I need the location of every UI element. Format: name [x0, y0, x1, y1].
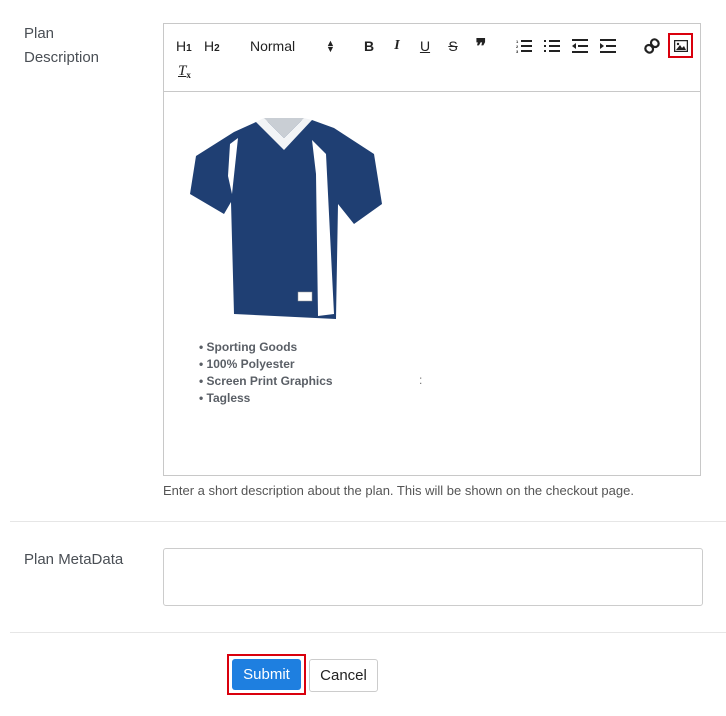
- bullet-list-icon: [544, 40, 560, 52]
- plan-metadata-label: Plan MetaData: [24, 551, 124, 568]
- italic-label: I: [394, 38, 400, 53]
- indent-button[interactable]: [600, 35, 616, 57]
- svg-text:3: 3: [516, 49, 519, 53]
- blockquote-button[interactable]: ❞: [473, 35, 489, 58]
- underline-button[interactable]: U: [418, 35, 432, 57]
- section-divider: [10, 632, 726, 633]
- clear-format-icon: T: [178, 62, 187, 79]
- outdent-button[interactable]: [572, 35, 588, 57]
- link-icon: [644, 38, 660, 54]
- stray-character: :: [419, 373, 423, 387]
- bold-button[interactable]: B: [362, 35, 376, 57]
- editor-content[interactable]: Sporting Goods 100% Polyester Screen Pri…: [164, 92, 700, 477]
- ordered-list-button[interactable]: 123: [516, 35, 532, 57]
- label-line-2: Description: [24, 49, 100, 66]
- rich-text-editor: H1 H2 Normal ▲ ▼ B I U S ❞ 123 T x • Spo…: [163, 23, 701, 476]
- indent-icon: [600, 39, 616, 53]
- h2-button[interactable]: H2: [204, 35, 220, 57]
- list-item: Tagless: [199, 390, 333, 407]
- strikethrough-button[interactable]: S: [446, 35, 460, 57]
- feature-list: Sporting Goods 100% Polyester Screen Pri…: [199, 339, 333, 407]
- format-select-value: Normal: [250, 38, 296, 54]
- list-item: Screen Print Graphics: [199, 373, 333, 390]
- plan-description-label: Plan Description: [24, 22, 99, 70]
- editor-toolbar: H1 H2 Normal ▲ ▼ B I U S ❞ 123 T x: [164, 24, 700, 92]
- image-button[interactable]: [668, 33, 693, 58]
- bullet-list-button[interactable]: [544, 35, 560, 57]
- underline-label: U: [419, 38, 431, 54]
- jersey-image: [190, 118, 382, 319]
- link-button[interactable]: [644, 35, 660, 57]
- plan-metadata-input[interactable]: [163, 548, 703, 606]
- bold-label: B: [363, 38, 375, 54]
- submit-highlight: Submit: [227, 654, 306, 695]
- cancel-button[interactable]: Cancel: [309, 659, 378, 692]
- submit-button[interactable]: Submit: [232, 659, 301, 690]
- strike-label: S: [448, 38, 458, 54]
- format-select[interactable]: Normal ▲ ▼: [250, 35, 340, 57]
- list-item: 100% Polyester: [199, 356, 333, 373]
- label-line-1: Plan: [24, 25, 55, 42]
- h1-button[interactable]: H1: [176, 35, 192, 57]
- list-item: Sporting Goods: [199, 339, 333, 356]
- image-icon: [673, 39, 688, 52]
- ordered-list-icon: 123: [516, 39, 532, 53]
- section-divider: [10, 521, 726, 522]
- outdent-icon: [572, 39, 588, 53]
- clear-format-button[interactable]: Tx: [178, 60, 191, 82]
- select-arrows-icon: ▲ ▼: [326, 38, 335, 54]
- plan-description-help-text: Enter a short description about the plan…: [163, 483, 634, 498]
- quote-icon: ❞: [475, 35, 487, 58]
- italic-button[interactable]: I: [390, 35, 404, 57]
